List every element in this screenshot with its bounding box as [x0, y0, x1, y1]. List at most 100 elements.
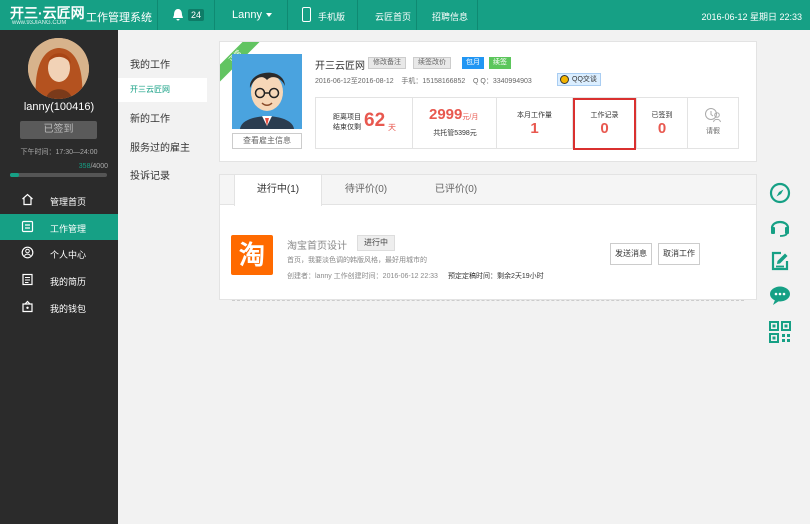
- edit-note-button[interactable]: 修改备注: [368, 57, 406, 69]
- taobao-logo: 淘: [231, 235, 273, 275]
- nav-link-jobs[interactable]: 招聘信息: [432, 10, 468, 23]
- divider: [214, 0, 215, 30]
- progress-bar: [10, 173, 107, 177]
- job-meta: 创建者：lanny 工作创建时间：2016-06-12 22:33 预定定稿时间：…: [287, 271, 544, 281]
- home-icon: [22, 193, 33, 206]
- renew-price-button[interactable]: 续签改价: [413, 57, 451, 69]
- divider: [287, 0, 288, 30]
- employer-card: 正常 查看雇主信息 开三云匠网 修改备注 续签改价 包月 续签 2016-06-…: [219, 41, 757, 162]
- stats-panel: 距离项目 结束仅剩 62 天 2999元/月 共托管5398元 本月工作量 1 …: [315, 97, 739, 149]
- sidebar-item-label: 我的简历: [50, 277, 87, 287]
- logo[interactable]: 开三·云匠网 www.93JIANG.COM: [10, 3, 85, 27]
- stat-price: 2999元/月 共托管5398元: [413, 98, 497, 148]
- sidebar-item-home[interactable]: 管理首页: [0, 187, 118, 213]
- avatar[interactable]: [28, 38, 89, 99]
- divider: [416, 0, 417, 30]
- stat-remaining: 距离项目 结束仅剩 62 天: [316, 98, 413, 148]
- bell-icon[interactable]: [172, 8, 184, 22]
- job-description: 首页，我要淡色调的韩版风格，最好用城市的: [287, 257, 427, 264]
- view-employer-button[interactable]: 查看雇主信息: [232, 133, 302, 149]
- qrcode-icon[interactable]: [768, 320, 794, 344]
- divider: [477, 0, 478, 30]
- subnav-kaisan[interactable]: 开三云匠网: [118, 78, 207, 102]
- work-tabs-panel: 进行中(1) 待评价(0) 已评价(0) 淘 淘宝首页设计 进行中 首页，我要淡…: [219, 174, 757, 301]
- stat-price-unit: 元/月: [462, 114, 479, 121]
- user-menu[interactable]: Lanny: [232, 9, 262, 21]
- monthly-badge: 包月: [462, 57, 484, 69]
- employer-phone: 手机：15158166852: [401, 78, 466, 85]
- sidebar-item-work[interactable]: 工作管理: [0, 214, 118, 240]
- nav-link-home[interactable]: 云匠首页: [375, 10, 411, 23]
- stat-signed: 已签到 0: [637, 98, 688, 148]
- sidebar: lanny(100416) 已签到 下午时间：17:30—24:00 358/4…: [0, 30, 118, 524]
- subnav-new-work[interactable]: 新的工作: [118, 108, 207, 132]
- sidebar-item-wallet[interactable]: 我的钱包: [0, 294, 118, 320]
- stat-monthly-value: 1: [530, 120, 539, 137]
- cancel-work-button[interactable]: 取消工作: [658, 243, 700, 265]
- stat-total: 共托管5398元: [433, 130, 477, 137]
- progress-fill: [10, 173, 19, 177]
- tab-in-progress[interactable]: 进行中(1): [234, 175, 322, 206]
- logo-subtext: www.93JIANG.COM: [12, 20, 67, 26]
- stat-price-row: 2999元/月: [429, 106, 478, 123]
- stat-signed-label: 已签到: [651, 112, 673, 119]
- employer-avatar[interactable]: [232, 54, 302, 129]
- subnav-past-employers[interactable]: 服务过的雇主: [118, 137, 207, 161]
- employer-qq: Q Q：3340994903: [473, 78, 532, 85]
- phone-icon[interactable]: [302, 7, 311, 22]
- sub-navigation: 我的工作 开三云匠网 新的工作 服务过的雇主 投诉记录: [118, 44, 207, 524]
- tab-pending-review[interactable]: 待评价(0): [322, 175, 410, 205]
- progress-text: 358/4000: [79, 163, 108, 170]
- wallet-icon: [22, 300, 33, 313]
- username: lanny(100416): [23, 101, 95, 113]
- qq-icon: [560, 75, 569, 84]
- stat-remaining-unit: 天: [388, 123, 396, 132]
- contract-period: 2016-06-12至2016-08-12: [315, 78, 394, 85]
- chevron-down-icon[interactable]: [266, 13, 272, 17]
- datetime: 2016-06-12 星期日 22:33: [701, 12, 802, 22]
- sidebar-item-resume[interactable]: 我的简历: [0, 267, 118, 293]
- send-message-button[interactable]: 发送消息: [610, 243, 652, 265]
- qq-chat-button[interactable]: QQ交谈: [557, 73, 601, 86]
- renew-badge: 续签: [489, 57, 511, 69]
- edit-icon[interactable]: [768, 249, 794, 273]
- headset-icon[interactable]: [768, 214, 794, 238]
- stat-price-value: 2999: [429, 106, 463, 123]
- sidebar-item-profile[interactable]: 个人中心: [0, 240, 118, 266]
- stat-leave[interactable]: 请假: [688, 98, 738, 148]
- job-status-badge: 进行中: [357, 235, 395, 251]
- mobile-link[interactable]: 手机版: [318, 10, 345, 23]
- divider: [232, 300, 744, 301]
- job-title[interactable]: 淘宝首页设计: [287, 237, 347, 252]
- employer-name: 开三云匠网: [315, 61, 365, 72]
- sidebar-item-label: 个人中心: [50, 250, 87, 260]
- stat-remaining-label-2: 结束仅剩: [333, 124, 361, 131]
- tab-reviewed[interactable]: 已评价(0): [410, 175, 502, 205]
- sign-in-button[interactable]: 已签到: [20, 121, 97, 139]
- stat-remaining-days: 62: [364, 110, 386, 131]
- compass-icon[interactable]: [768, 181, 794, 205]
- tab-bar: 进行中(1) 待评价(0) 已评价(0): [220, 175, 756, 206]
- briefcase-icon: [21, 220, 34, 233]
- resume-icon: [22, 273, 33, 286]
- stat-monthly: 本月工作量 1: [497, 98, 573, 148]
- stat-monthly-label: 本月工作量: [517, 112, 552, 119]
- subnav-complaints[interactable]: 投诉记录: [118, 165, 207, 189]
- user-icon: [21, 246, 34, 259]
- work-time: 下午时间：17:30—24:00: [20, 149, 98, 156]
- progress-current: 358: [78, 163, 91, 170]
- stat-remaining-label-1: 距离项目: [333, 114, 361, 121]
- highlight-box: [573, 98, 636, 150]
- qq-chat-label: QQ交谈: [572, 76, 597, 83]
- sidebar-item-label: 我的钱包: [50, 304, 87, 314]
- job-deadline: 预定定稿时间：剩余2天19小时: [447, 273, 544, 280]
- sidebar-item-label: 管理首页: [50, 197, 87, 207]
- employer-meta: 2016-06-12至2016-08-12 手机：15158166852 Q Q…: [315, 76, 532, 86]
- progress-total: /4000: [90, 163, 108, 170]
- divider: [357, 0, 358, 30]
- chat-icon[interactable]: [768, 283, 794, 307]
- notification-badge: 24: [188, 9, 205, 21]
- subnav-my-work[interactable]: 我的工作: [118, 54, 207, 78]
- job-created: 创建者：lanny 工作创建时间：2016-06-12 22:33: [287, 273, 438, 280]
- leave-icon: [705, 108, 721, 123]
